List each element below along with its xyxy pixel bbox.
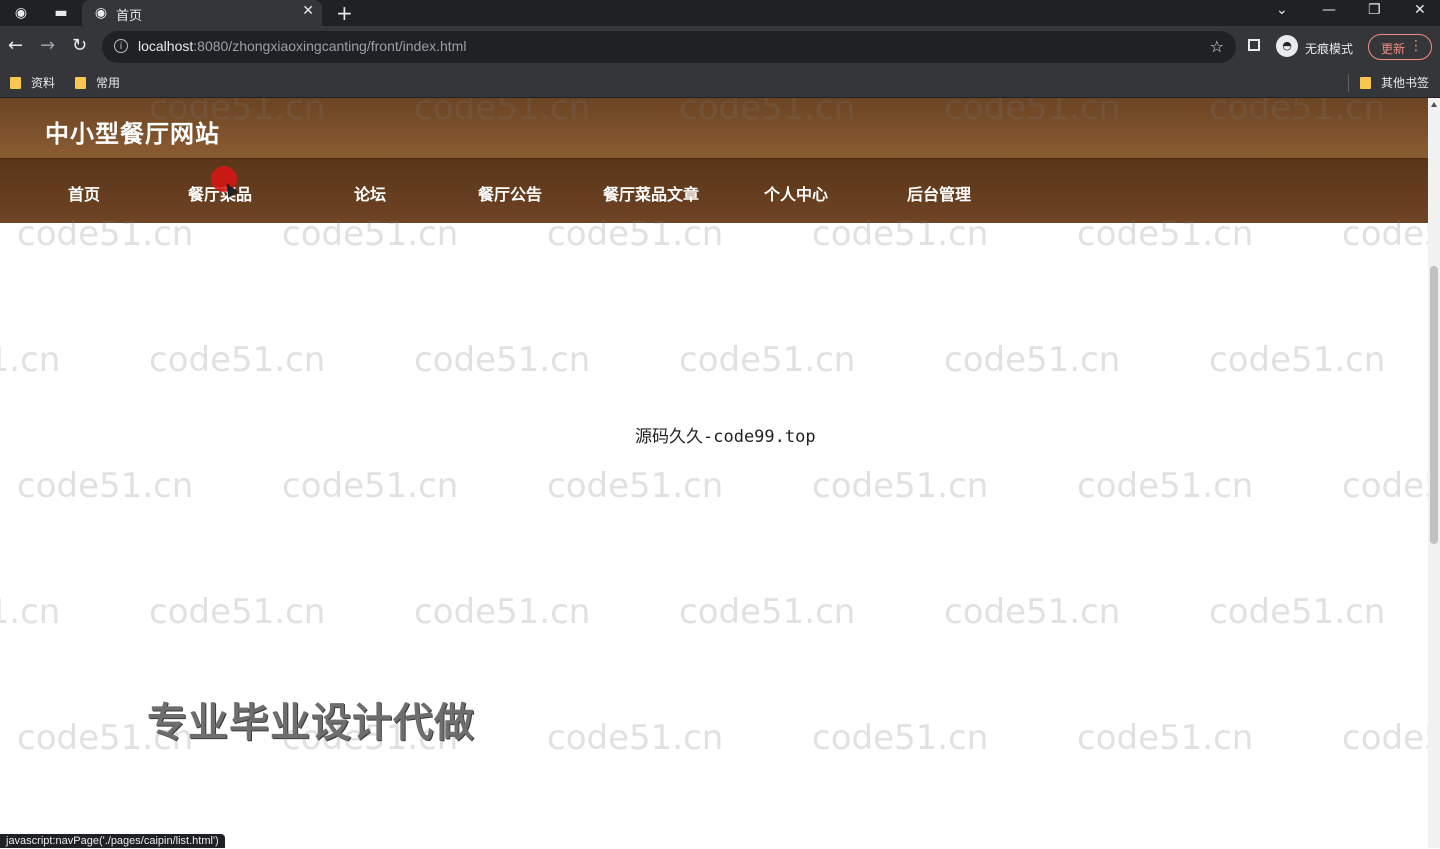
watermark: code51.cn	[414, 592, 591, 632]
nav-personal-center[interactable]: 个人中心	[764, 181, 828, 205]
window-close-button[interactable]: ✕	[1414, 2, 1426, 18]
nav-announcements[interactable]: 餐厅公告	[478, 181, 542, 205]
status-url: javascript:navPage('./pages/caipin/list.…	[0, 834, 225, 848]
watermark: code51.cn	[547, 718, 724, 758]
tab-overview-icon[interactable]: ▬	[52, 4, 70, 22]
folder-icon	[10, 77, 21, 89]
address-bar[interactable]: i localhost:8080/zhongxiaoxingcanting/fr…	[102, 31, 1236, 63]
site-title: 中小型餐厅网站	[45, 120, 220, 148]
watermark: code51.cn	[1209, 340, 1386, 380]
close-icon[interactable]: ✕	[302, 3, 314, 19]
update-button[interactable]: 更新 ⋮	[1368, 34, 1432, 60]
tab-title: 首页	[116, 9, 143, 24]
bookmarks-bar: 资料 常用 其他书签	[0, 68, 1440, 98]
watermark: code51.cn	[1342, 466, 1428, 506]
folder-icon	[1360, 77, 1371, 89]
watermark: code51.cn	[1077, 466, 1254, 506]
url-text[interactable]: localhost:8080/zhongxiaoxingcanting/fron…	[138, 38, 466, 54]
watermark: code51.cn	[1077, 718, 1254, 758]
watermark: code51.cn	[944, 340, 1121, 380]
folder-icon	[75, 77, 86, 89]
watermark: code51.cn	[1209, 592, 1386, 632]
bookmarks-divider	[1348, 74, 1349, 92]
scrollbar-thumb[interactable]	[1430, 266, 1438, 544]
side-panel-icon[interactable]	[1248, 39, 1260, 51]
back-button[interactable]: ←	[8, 36, 23, 56]
watermark: code51.cn	[0, 340, 61, 380]
tab-search-icon[interactable]: ⌄	[1276, 2, 1288, 18]
browser-tab-bar: ◉ ▬ ◉ 首页 ✕ + ⌄ — ❐ ✕	[0, 0, 1440, 26]
nav-dish-articles[interactable]: 餐厅菜品文章	[603, 181, 699, 205]
watermark: code51.cn	[944, 592, 1121, 632]
bookmark-folder[interactable]: 资料	[10, 74, 55, 91]
promo-text: 专业毕业设计代做	[147, 700, 475, 746]
center-note: 源码久久-code99.top	[635, 427, 816, 447]
watermark: code51.cn	[0, 592, 61, 632]
info-icon[interactable]: i	[114, 39, 128, 53]
watermark: code51.cn	[679, 340, 856, 380]
watermark: code51.cn	[812, 466, 989, 506]
scroll-up-icon[interactable]	[1431, 102, 1437, 107]
watermark: code51.cn	[812, 718, 989, 758]
watermark: code51.cn	[1342, 718, 1428, 758]
browser-menu-icon[interactable]: ◉	[12, 4, 30, 22]
reload-button[interactable]: ↻	[72, 36, 87, 56]
new-tab-button[interactable]: +	[336, 1, 353, 25]
web-page: 中小型餐厅网站 首页 餐厅菜品 论坛 餐厅公告 餐厅菜品文章 个人中心 后台管理…	[0, 98, 1428, 848]
site-header: 中小型餐厅网站	[0, 98, 1428, 158]
restore-button[interactable]: ❐	[1368, 2, 1381, 18]
browser-tab-home[interactable]: ◉ 首页 ✕	[82, 0, 322, 26]
page-scrollbar[interactable]	[1428, 98, 1440, 848]
browser-toolbar: ← → ↻ i localhost:8080/zhongxiaoxingcant…	[0, 26, 1440, 68]
watermark: code51.cn	[282, 466, 459, 506]
other-bookmarks[interactable]: 其他书签	[1360, 74, 1429, 91]
watermark: code51.cn	[17, 466, 194, 506]
bookmark-folder[interactable]: 常用	[75, 74, 120, 91]
watermark: code51.cn	[149, 340, 326, 380]
minimize-button[interactable]: —	[1322, 2, 1336, 18]
forward-button[interactable]: →	[40, 36, 55, 56]
incognito-label: 无痕模式	[1305, 42, 1354, 56]
site-nav: 首页 餐厅菜品 论坛 餐厅公告 餐厅菜品文章 个人中心 后台管理	[0, 158, 1428, 223]
more-menu-icon[interactable]: ⋮	[1409, 38, 1423, 54]
globe-icon: ◉	[94, 5, 108, 21]
nav-home[interactable]: 首页	[68, 181, 100, 205]
incognito-icon[interactable]: ◓	[1276, 35, 1298, 57]
nav-forum[interactable]: 论坛	[354, 181, 386, 205]
bookmark-star-icon[interactable]: ☆	[1210, 37, 1224, 56]
watermark: code51.cn	[149, 592, 326, 632]
nav-admin[interactable]: 后台管理	[907, 181, 971, 205]
watermark: code51.cn	[414, 340, 591, 380]
watermark: code51.cn	[547, 466, 724, 506]
watermark: code51.cn	[679, 592, 856, 632]
